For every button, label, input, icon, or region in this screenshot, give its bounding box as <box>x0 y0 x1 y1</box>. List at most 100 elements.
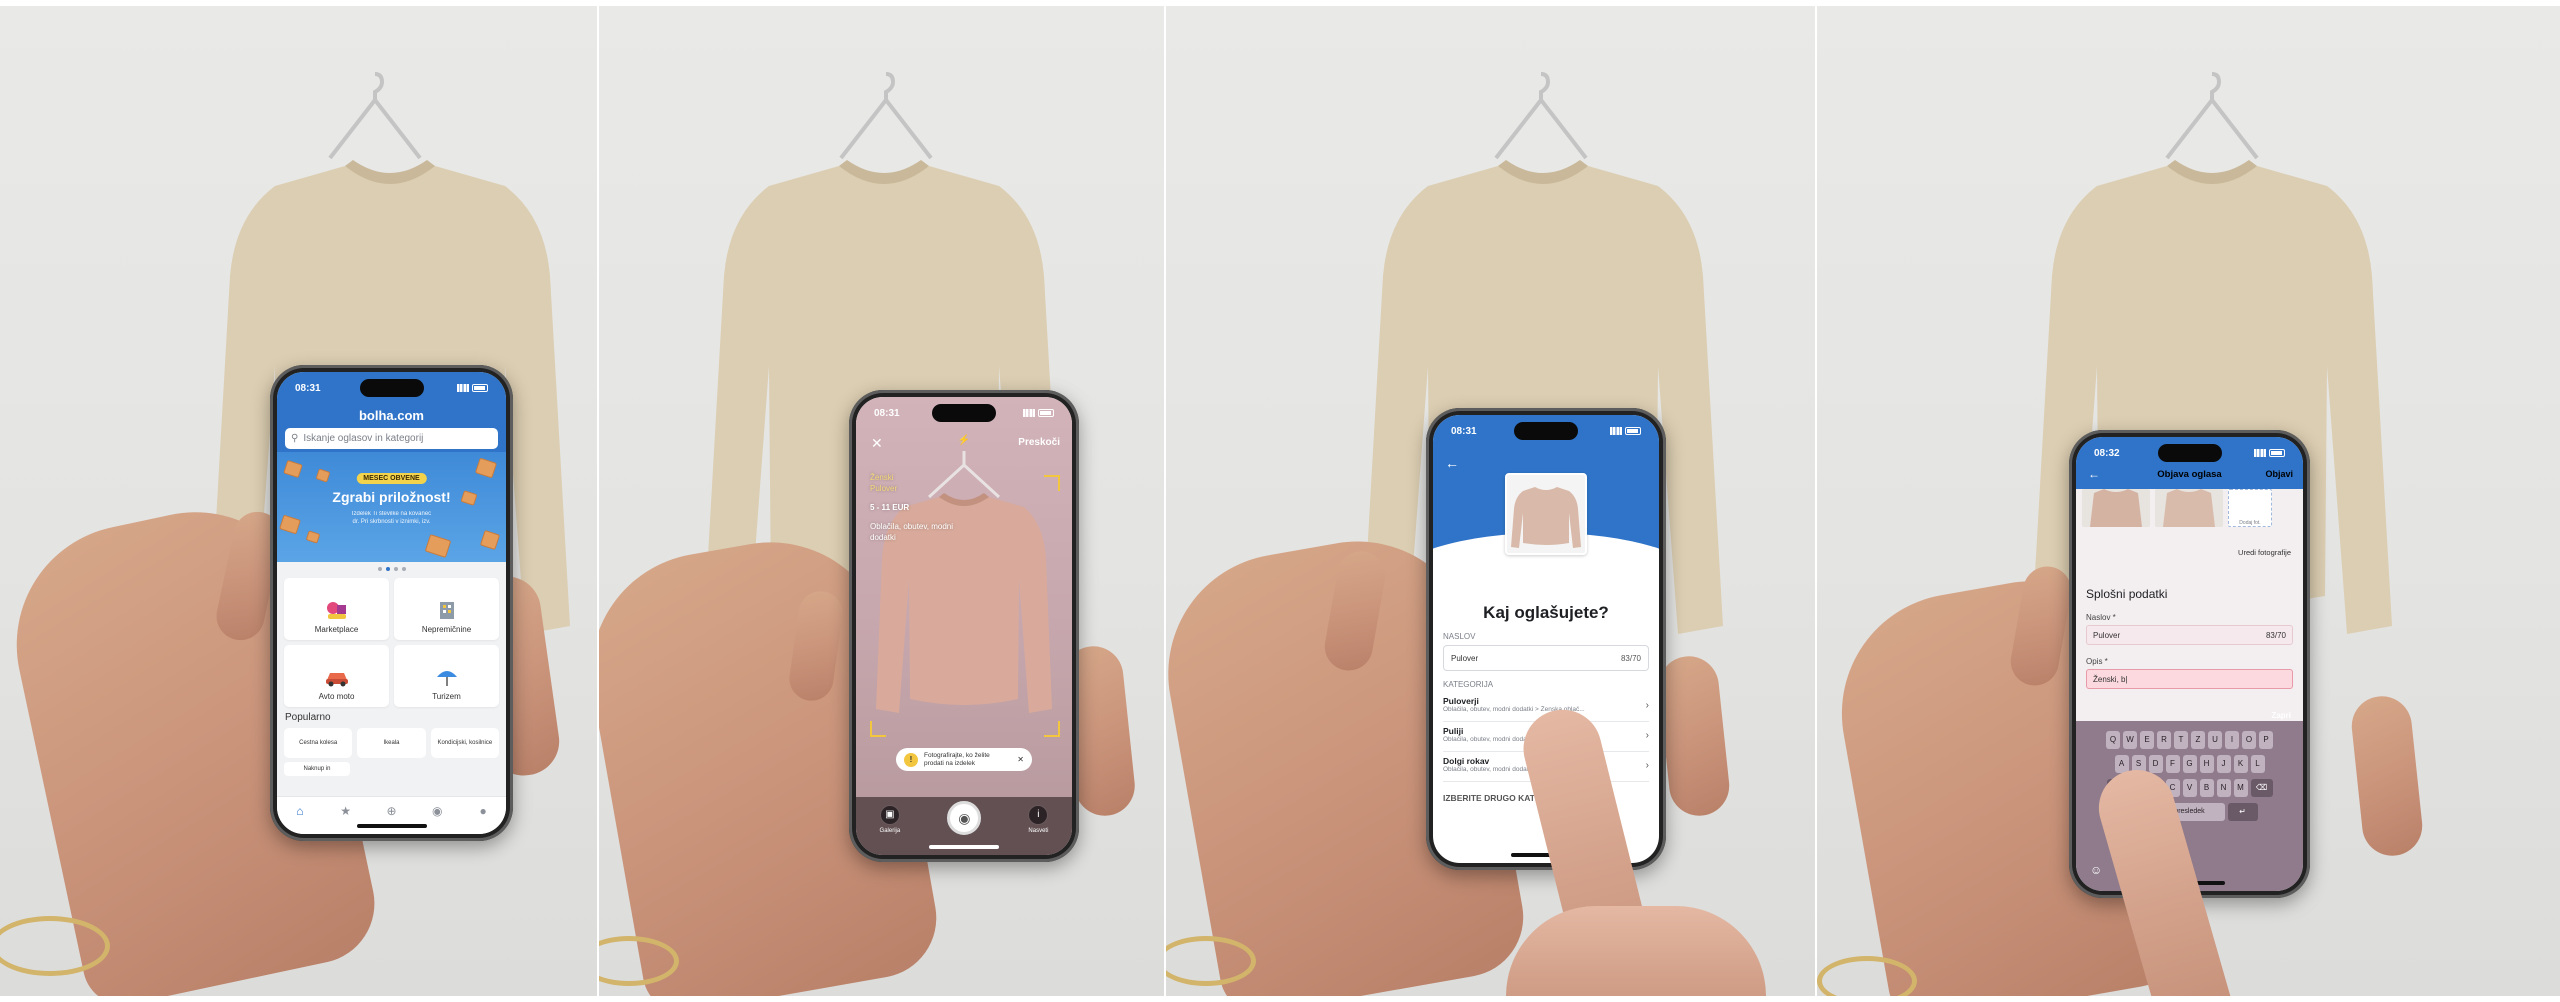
signal-icon <box>1610 427 1622 435</box>
fingers <box>2348 693 2426 859</box>
keyboard-key[interactable]: B <box>2199 779 2214 797</box>
naslov-field[interactable]: Pulover 83/70 <box>2086 625 2293 645</box>
keyboard-key[interactable]: N <box>2216 779 2231 797</box>
dynamic-island <box>359 379 424 397</box>
ai-suggestion-labels: Ženski Pulover 5 - 11 EUR Oblačila, obut… <box>870 473 954 542</box>
tip-toast: ! Fotografirajte, ko želite prodati na i… <box>896 748 1032 771</box>
keyboard-key[interactable]: W <box>2123 731 2137 749</box>
close-icon[interactable]: ✕ <box>1017 755 1024 764</box>
publish-button[interactable]: Objavi <box>2265 469 2293 479</box>
banner-pill: MESEC OBVENE <box>356 473 427 484</box>
dynamic-island <box>1514 422 1578 440</box>
profile-icon[interactable]: ● <box>476 804 490 818</box>
char-counter: 83/70 <box>1620 653 1641 663</box>
keyboard-row: QWERTZUIOP <box>2076 731 2303 749</box>
signal-icon <box>2254 449 2266 457</box>
search-input[interactable]: ⚲ Iskanje oglasov in kategorij <box>285 428 498 449</box>
plus-icon[interactable]: ⊕ <box>384 804 398 818</box>
keyboard-key[interactable]: O <box>2242 731 2256 749</box>
keyboard-key[interactable]: Z <box>2191 731 2205 749</box>
info-icon: i <box>1028 805 1049 825</box>
keyboard-row: ASDFGHJKL <box>2076 755 2303 773</box>
frame-corner <box>1044 721 1060 737</box>
popular-chip[interactable]: Kondicijski, kosilnice <box>430 728 499 758</box>
keyboard-key[interactable]: E <box>2140 731 2154 749</box>
frame-corner <box>1044 475 1060 491</box>
building-icon <box>439 602 454 619</box>
chevron-right-icon: › <box>1645 760 1649 771</box>
fingers <box>1655 653 1733 819</box>
status-time: 08:32 <box>2094 447 2120 459</box>
home-indicator <box>929 845 999 849</box>
home-icon[interactable]: ⌂ <box>293 804 307 818</box>
shutter-button[interactable]: ◉ <box>947 801 982 835</box>
photo-thumbnail[interactable] <box>2082 489 2150 527</box>
back-arrow-icon[interactable]: ← <box>1445 455 1459 471</box>
carousel-dots[interactable] <box>277 567 506 571</box>
tile-marketplace[interactable]: Marketplace <box>284 578 389 640</box>
tile-nepremicnine[interactable]: Nepremičnine <box>394 578 499 640</box>
promo-banner[interactable]: MESEC OBVENE Zgrabi priložnost! Izdelek … <box>277 452 506 562</box>
tips-button[interactable]: i Nasveti <box>1028 805 1048 834</box>
add-photo-button[interactable]: Dodaj fot. <box>2228 489 2272 527</box>
umbrella-icon <box>436 671 457 686</box>
battery-icon <box>2269 449 2285 457</box>
star-icon[interactable]: ★ <box>339 804 353 818</box>
keyboard-key[interactable]: G <box>2182 755 2197 773</box>
kategorija-label: KATEGORIJA <box>1443 680 1494 689</box>
close-icon[interactable]: ✕ <box>871 435 883 452</box>
item-photo[interactable] <box>1505 473 1587 555</box>
keyboard-key[interactable]: H <box>2199 755 2214 773</box>
close-keyboard-button[interactable]: Zapri <box>2271 711 2291 720</box>
popular-chips: Cestna kolesa Ikeala Kondicijski, kosiln… <box>284 728 499 758</box>
keyboard-key[interactable]: L <box>2250 755 2265 773</box>
keyboard-key[interactable]: V <box>2182 779 2197 797</box>
keyboard-key[interactable]: D <box>2148 755 2163 773</box>
sweater-thumbnail <box>1511 487 1581 548</box>
keyboard-key[interactable]: T <box>2174 731 2188 749</box>
keyboard-key[interactable]: Q <box>2106 731 2120 749</box>
flash-icon[interactable]: ⚡ <box>958 435 970 446</box>
phone-1: 08:31 bolha.com ⚲ Iskanje oglasov in kat… <box>270 365 513 841</box>
tile-avto-moto[interactable]: Avto moto <box>284 645 389 707</box>
backspace-key[interactable]: ⌫ <box>2250 779 2273 797</box>
tile-turizem[interactable]: Turizem <box>394 645 499 707</box>
photo-thumbnail[interactable] <box>2155 489 2223 527</box>
dynamic-island <box>2157 444 2222 462</box>
dynamic-island <box>932 404 996 422</box>
naslov-label: Naslov * <box>2086 613 2116 622</box>
keyboard-key[interactable]: M <box>2233 779 2248 797</box>
opis-field[interactable]: Ženski, b| <box>2086 669 2293 689</box>
banner-headline: Zgrabi priložnost! <box>332 489 451 505</box>
keyboard-key[interactable]: P <box>2259 731 2273 749</box>
photo-panel-3: 08:31 ← Kaj oglašujete? NASLOV Pulover 8… <box>1166 6 1815 996</box>
keyboard-key[interactable]: J <box>2216 755 2231 773</box>
emoji-icon[interactable]: ☺ <box>2090 863 2102 877</box>
keyboard-key[interactable]: K <box>2233 755 2248 773</box>
naslov-field[interactable]: Pulover 83/70 <box>1443 645 1649 671</box>
chat-icon[interactable]: ◉ <box>430 804 444 818</box>
page-title: Kaj oglašujete? <box>1483 603 1609 622</box>
gallery-button[interactable]: ▣ Galerija <box>880 805 900 834</box>
popular-chip[interactable]: Naknup in <box>284 762 350 776</box>
skip-button[interactable]: Preskoči <box>1018 437 1060 448</box>
photo-panel-4: 08:32 ← Objava oglasa Objavi Dodaj fot. … <box>1817 6 2560 996</box>
marketplace-icon <box>326 602 346 619</box>
car-icon <box>325 673 348 687</box>
bolha-home-screen: 08:31 bolha.com ⚲ Iskanje oglasov in kat… <box>277 372 506 834</box>
photo-panel-1: 08:31 bolha.com ⚲ Iskanje oglasov in kat… <box>0 6 597 996</box>
banner-subtitle: Izdelek Ti številke na kovanec dr. Pri s… <box>351 511 432 525</box>
bolha-logo[interactable]: bolha.com <box>277 408 506 423</box>
return-key[interactable]: ↵ <box>2227 803 2258 821</box>
status-time: 08:31 <box>1451 425 1477 437</box>
photo-strip: Dodaj fot. <box>2082 489 2297 529</box>
popular-chip[interactable]: Ikeala <box>357 728 426 758</box>
keyboard-key[interactable]: U <box>2208 731 2222 749</box>
keyboard-key[interactable]: R <box>2157 731 2171 749</box>
hand-right <box>1506 906 1766 996</box>
frame-corner <box>870 721 886 737</box>
keyboard-key[interactable]: I <box>2225 731 2239 749</box>
edit-photos-link[interactable]: Uredi fotografije <box>2238 548 2291 557</box>
keyboard-key[interactable]: F <box>2165 755 2180 773</box>
popular-chip[interactable]: Cestna kolesa <box>284 728 353 758</box>
